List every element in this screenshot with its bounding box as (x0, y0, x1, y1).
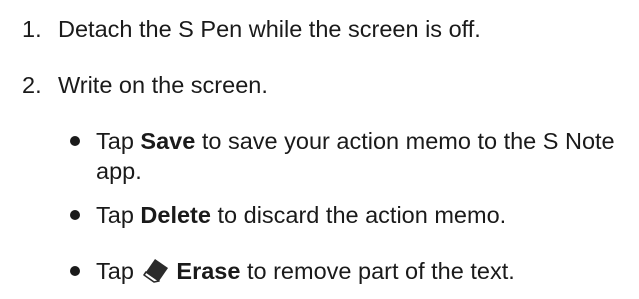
tap-prefix: Tap (96, 202, 141, 228)
bullet-dot (70, 266, 80, 276)
bullet-erase: Tap Erase to remove part of the text. (70, 256, 630, 286)
step-number: 2. (22, 72, 42, 98)
eraser-icon (143, 259, 169, 283)
bullet-dot (70, 136, 80, 146)
delete-label: Delete (140, 202, 211, 228)
step-text: Write on the screen. (58, 72, 268, 98)
tap-prefix: Tap (96, 128, 141, 154)
step-2: 2. Write on the screen. (22, 70, 268, 100)
bullet-text: Tap Save to save your action memo to the… (96, 126, 630, 186)
bullet-text: Tap Erase to remove part of the text. (96, 256, 630, 286)
bullet-description: to discard the action memo. (210, 202, 507, 228)
bullet-save: Tap Save to save your action memo to the… (70, 126, 630, 186)
bullet-dot (70, 210, 80, 220)
step-number: 1. (22, 16, 42, 42)
step-1: 1. Detach the S Pen while the screen is o… (22, 14, 481, 44)
bullet-delete: Tap Delete to discard the action memo. (70, 200, 630, 230)
bullet-description: to remove part of the text. (240, 258, 515, 284)
save-label: Save (140, 128, 196, 154)
instruction-document: 1. Detach the S Pen while the screen is o… (0, 0, 639, 299)
tap-prefix: Tap (96, 258, 141, 284)
bullet-text: Tap Delete to discard the action memo. (96, 200, 630, 230)
step-text: Detach the S Pen while the screen is off… (58, 16, 481, 42)
erase-label: Erase (176, 258, 241, 284)
